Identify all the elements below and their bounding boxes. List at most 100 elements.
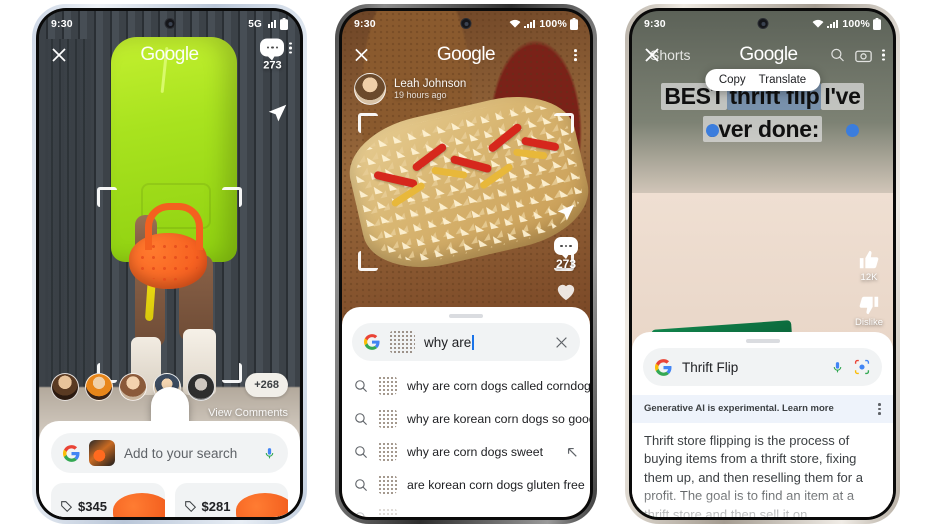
heart-icon[interactable] bbox=[556, 283, 576, 301]
like-count: 12K bbox=[860, 272, 878, 283]
phone-3-top-bar: Shorts Google bbox=[632, 37, 893, 73]
status-time: 9:30 bbox=[354, 18, 376, 30]
send-share-icon[interactable] bbox=[556, 203, 576, 223]
google-g-icon bbox=[364, 334, 380, 350]
close-icon[interactable] bbox=[555, 336, 568, 349]
search-query: why are bbox=[424, 334, 546, 350]
phone-1-action-rail bbox=[267, 103, 288, 124]
google-wordmark: Google bbox=[739, 44, 798, 65]
suggestion-row[interactable]: why are corn dogs called corndogs bbox=[342, 369, 590, 402]
suggestion-text: why are corn dogs called corndogs bbox=[407, 378, 590, 393]
text-context-menu: Copy Translate bbox=[704, 69, 821, 91]
more-vertical-icon[interactable] bbox=[878, 403, 881, 415]
search-input[interactable]: why are bbox=[352, 323, 580, 361]
close-icon[interactable] bbox=[51, 47, 67, 63]
suggestion-row[interactable]: are korean corn dogs gluten free bbox=[342, 468, 590, 501]
viewfinder-bracket-br bbox=[222, 363, 242, 383]
lens-thumbnail[interactable] bbox=[389, 330, 415, 354]
phone-1-lens-shopping: 9:30 5G Google 273 +268 View Comments Ad… bbox=[32, 4, 307, 524]
phone-3-screen: 9:30 100% Shorts Google Copy Translate B… bbox=[632, 11, 893, 517]
shopping-results-row: $345 $281 bbox=[39, 473, 300, 517]
thumbs-up-icon[interactable] bbox=[858, 249, 880, 271]
selection-handle-start[interactable] bbox=[706, 124, 719, 137]
avatar[interactable] bbox=[85, 373, 113, 401]
ai-answer-text: Thrift store flipping is the process of … bbox=[644, 432, 863, 517]
search-icon[interactable] bbox=[830, 48, 845, 63]
sheet-grabber[interactable] bbox=[745, 339, 780, 343]
comment-bubble-icon[interactable] bbox=[260, 38, 285, 61]
post-author-block[interactable]: Leah Johnson 19 hours ago bbox=[354, 73, 466, 105]
sheet-grabber[interactable] bbox=[449, 314, 483, 318]
search-icon bbox=[354, 478, 368, 492]
post-timestamp: 19 hours ago bbox=[394, 90, 447, 100]
avatar[interactable] bbox=[119, 373, 147, 401]
suggestion-text: why are corn dogs sweet bbox=[407, 444, 544, 459]
phone-2-lens-corndog-search: 9:30 100% Google Leah Johnson 19 hours a… bbox=[335, 4, 597, 524]
shopping-result-card[interactable]: $281 bbox=[174, 483, 288, 517]
view-comments-label[interactable]: View Comments bbox=[208, 407, 288, 419]
bag-quilting bbox=[137, 241, 199, 281]
caption-text-plain: I've bbox=[821, 83, 864, 110]
price-tag-icon bbox=[61, 500, 72, 512]
suggestion-text: are korean corn dogs gluten free bbox=[407, 477, 585, 492]
viewfinder-bracket-tl bbox=[97, 187, 117, 207]
more-commenters-badge[interactable]: +268 bbox=[245, 373, 288, 397]
front-camera-punch-hole bbox=[460, 18, 472, 29]
arrow-up-left-icon[interactable] bbox=[566, 446, 578, 458]
avatar[interactable] bbox=[187, 373, 215, 401]
viewfinder-bracket-tr bbox=[554, 113, 574, 133]
suggestion-row-partial[interactable] bbox=[342, 501, 590, 517]
search-input[interactable]: Thrift Flip bbox=[643, 348, 882, 386]
wall-panel bbox=[45, 39, 91, 397]
phone-3-action-rail: 12K Dislike bbox=[855, 249, 883, 328]
person-neon-hoodie bbox=[107, 37, 239, 395]
avatar[interactable] bbox=[51, 373, 79, 401]
more-vertical-icon[interactable] bbox=[882, 49, 885, 61]
commenter-avatars[interactable] bbox=[51, 373, 215, 401]
comment-bubble-icon[interactable] bbox=[554, 237, 578, 259]
google-g-icon bbox=[655, 358, 672, 376]
front-camera-punch-hole bbox=[757, 18, 768, 29]
price-value: $281 bbox=[201, 498, 231, 514]
signal-bars-icon bbox=[827, 19, 839, 29]
battery-percent: 100% bbox=[842, 18, 870, 30]
battery-full-icon bbox=[873, 18, 881, 30]
microphone-icon[interactable] bbox=[831, 359, 844, 376]
dislike-label: Dislike bbox=[855, 317, 883, 328]
genai-text: Generative AI is experimental. Learn mor… bbox=[644, 403, 834, 415]
generative-ai-notice: Generative AI is experimental. Learn mor… bbox=[632, 395, 893, 423]
more-vertical-icon[interactable] bbox=[574, 49, 577, 61]
suggestion-thumbnail bbox=[378, 475, 397, 494]
lens-thumbnail[interactable] bbox=[89, 440, 115, 466]
three-phone-mockup: 9:30 5G Google 273 +268 View Comments Ad… bbox=[0, 0, 932, 524]
google-wordmark: Google bbox=[140, 44, 199, 65]
camera-lens-icon[interactable] bbox=[855, 48, 873, 62]
close-icon[interactable] bbox=[644, 47, 660, 63]
send-share-icon[interactable] bbox=[267, 103, 288, 124]
signal-bars-icon bbox=[265, 19, 277, 29]
viewfinder-bracket-bl bbox=[358, 251, 378, 271]
microphone-icon[interactable] bbox=[263, 445, 276, 462]
selection-handle-end[interactable] bbox=[846, 124, 859, 137]
status-time: 9:30 bbox=[51, 18, 73, 30]
search-icon bbox=[354, 379, 368, 393]
phone-3-bottom-sheet: Thrift Flip Generative AI is experimenta… bbox=[632, 332, 893, 517]
search-input[interactable]: Add to your search bbox=[51, 433, 288, 473]
suggestion-row[interactable]: why are corn dogs sweet bbox=[342, 435, 590, 468]
copy-button[interactable]: Copy bbox=[719, 74, 746, 86]
battery-full-icon bbox=[280, 18, 288, 30]
close-icon[interactable] bbox=[354, 48, 369, 63]
author-avatar[interactable] bbox=[354, 73, 386, 105]
signal-bars-icon bbox=[524, 19, 536, 29]
front-camera-punch-hole bbox=[164, 18, 175, 29]
price-value: $345 bbox=[78, 498, 107, 514]
phone-3-shorts-translate: 9:30 100% Shorts Google Copy Translate B… bbox=[625, 4, 900, 524]
google-lens-icon[interactable] bbox=[854, 359, 870, 375]
shopping-result-card[interactable]: $345 bbox=[51, 483, 165, 517]
translate-button[interactable]: Translate bbox=[759, 74, 807, 86]
learn-more-link[interactable]: Learn more bbox=[782, 403, 834, 414]
wifi-icon bbox=[812, 19, 824, 29]
thumbs-down-icon[interactable] bbox=[858, 294, 880, 316]
suggestion-row[interactable]: why are korean corn dogs so good bbox=[342, 402, 590, 435]
more-vertical-icon[interactable] bbox=[289, 42, 292, 54]
